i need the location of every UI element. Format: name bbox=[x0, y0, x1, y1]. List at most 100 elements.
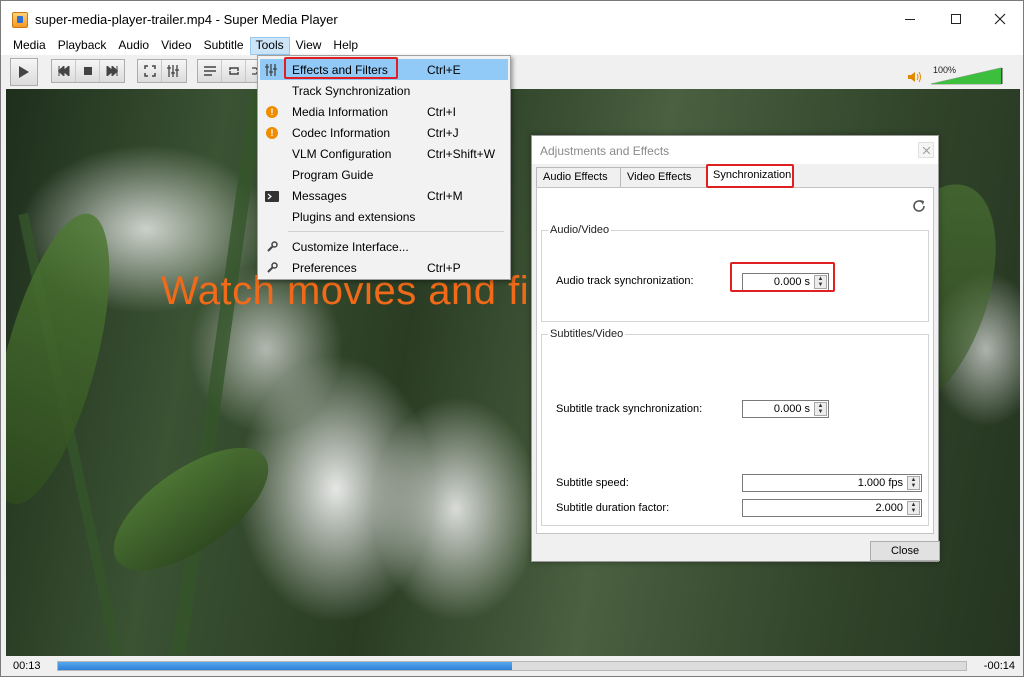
extended-settings-button[interactable] bbox=[162, 60, 186, 82]
menu-item-codec-information[interactable]: ! Codec Information Ctrl+J bbox=[260, 122, 508, 143]
loop-button[interactable] bbox=[222, 60, 246, 82]
view-controls bbox=[137, 59, 187, 83]
terminal-icon bbox=[264, 188, 280, 204]
subtitle-duration-label: Subtitle duration factor: bbox=[556, 502, 670, 514]
stop-button[interactable] bbox=[76, 60, 100, 82]
menu-item-label: VLM Configuration bbox=[292, 147, 392, 161]
menu-item-vlm-configuration[interactable]: VLM Configuration Ctrl+Shift+W bbox=[260, 143, 508, 164]
adjustments-dialog: Adjustments and Effects Audio Effects Vi… bbox=[531, 135, 940, 562]
menu-item-label: Messages bbox=[292, 189, 347, 203]
volume-icon[interactable] bbox=[908, 71, 922, 83]
group-title: Subtitles/Video bbox=[548, 328, 626, 340]
wrench-icon bbox=[264, 239, 280, 255]
status-bar: 00:13 -00:14 bbox=[1, 656, 1023, 676]
title-bar: super-media-player-trailer.mp4 - Super M… bbox=[1, 1, 1023, 37]
menu-item-track-synchronization[interactable]: Track Synchronization bbox=[260, 80, 508, 101]
subtitle-speed-value: 1.000 fps bbox=[857, 477, 903, 489]
menu-item-customize-interface[interactable]: Customize Interface... bbox=[260, 236, 508, 257]
subtitles-video-group: Subtitles/Video Subtitle track synchroni… bbox=[541, 328, 929, 526]
subtitle-sync-label: Subtitle track synchronization: bbox=[556, 403, 703, 415]
playlist-icon bbox=[203, 66, 216, 76]
menu-item-media-information[interactable]: ! Media Information Ctrl+I bbox=[260, 101, 508, 122]
menu-item-preferences[interactable]: Preferences Ctrl+P bbox=[260, 257, 508, 278]
time-remaining: -00:14 bbox=[983, 660, 1015, 672]
menu-item-plugins-and-extensions[interactable]: Plugins and extensions bbox=[260, 206, 508, 227]
app-logo-icon bbox=[12, 12, 28, 28]
audio-sync-label: Audio track synchronization: bbox=[556, 275, 694, 287]
volume-label: 100% bbox=[933, 65, 957, 75]
close-icon bbox=[994, 13, 1006, 25]
transport-controls bbox=[51, 59, 125, 83]
minimize-button[interactable] bbox=[887, 1, 933, 37]
window-title: super-media-player-trailer.mp4 - Super M… bbox=[35, 12, 338, 27]
menu-item-label: Preferences bbox=[292, 261, 357, 275]
menu-item-shortcut: Ctrl+P bbox=[427, 261, 461, 275]
video-stem bbox=[171, 90, 265, 655]
tab-video-effects[interactable]: Video Effects bbox=[620, 167, 708, 187]
menu-item-label: Customize Interface... bbox=[292, 240, 409, 254]
menu-item-program-guide[interactable]: Program Guide bbox=[260, 164, 508, 185]
maximize-button[interactable] bbox=[933, 1, 979, 37]
subtitle-sync-value: 0.000 s bbox=[773, 403, 810, 415]
menu-playback[interactable]: Playback bbox=[52, 37, 113, 55]
spin-arrows-icon[interactable]: ▲ ▼ bbox=[814, 402, 827, 416]
fullscreen-icon bbox=[143, 65, 156, 77]
extended-settings-icon bbox=[167, 65, 179, 77]
info-icon: ! bbox=[264, 104, 280, 120]
previous-button[interactable] bbox=[52, 60, 76, 82]
spin-arrows-icon[interactable]: ▲ ▼ bbox=[907, 501, 920, 515]
spin-arrows-icon[interactable]: ▲ ▼ bbox=[907, 476, 920, 490]
menu-item-shortcut: Ctrl+I bbox=[427, 105, 457, 119]
menu-help[interactable]: Help bbox=[327, 37, 364, 55]
subtitle-speed-label: Subtitle speed: bbox=[556, 477, 629, 489]
toolbar bbox=[1, 55, 1023, 89]
stop-icon bbox=[83, 67, 92, 75]
annotation-highlight bbox=[284, 57, 398, 79]
refresh-icon[interactable] bbox=[911, 198, 927, 214]
menu-view[interactable]: View bbox=[290, 37, 328, 55]
menu-media[interactable]: Media bbox=[7, 37, 52, 55]
menu-separator bbox=[288, 231, 504, 232]
menu-item-shortcut: Ctrl+E bbox=[427, 63, 461, 77]
menu-item-label: Media Information bbox=[292, 105, 389, 119]
loop-icon bbox=[228, 67, 239, 75]
seek-slider[interactable] bbox=[57, 661, 967, 671]
app-window: super-media-player-trailer.mp4 - Super M… bbox=[0, 0, 1024, 677]
subtitle-duration-value: 2.000 bbox=[875, 502, 903, 514]
subtitle-speed-spinbox[interactable]: 1.000 fps ▲ ▼ bbox=[742, 474, 922, 492]
dialog-title-bar: Adjustments and Effects bbox=[532, 136, 938, 164]
group-title: Audio/Video bbox=[548, 224, 612, 236]
synchronization-panel: Audio/Video Audio track synchronization:… bbox=[536, 187, 934, 534]
tools-menu: Effects and Filters Ctrl+E Track Synchro… bbox=[257, 55, 511, 280]
menu-item-shortcut: Ctrl+M bbox=[427, 189, 463, 203]
next-button[interactable] bbox=[100, 60, 124, 82]
menu-audio[interactable]: Audio bbox=[112, 37, 155, 55]
playlist-button[interactable] bbox=[198, 60, 222, 82]
close-button[interactable] bbox=[977, 1, 1023, 37]
menu-item-messages[interactable]: Messages Ctrl+M bbox=[260, 185, 508, 206]
fullscreen-button[interactable] bbox=[138, 60, 162, 82]
play-button[interactable] bbox=[10, 58, 38, 86]
tab-audio-effects[interactable]: Audio Effects bbox=[536, 167, 624, 187]
next-icon bbox=[106, 66, 118, 76]
dialog-close-button[interactable] bbox=[918, 142, 934, 158]
subtitle-sync-spinbox[interactable]: 0.000 s ▲ ▼ bbox=[742, 400, 829, 418]
minimize-icon bbox=[905, 18, 915, 20]
close-dialog-button[interactable]: Close bbox=[870, 541, 940, 561]
wrench-icon bbox=[264, 260, 280, 276]
menu-bar: Media Playback Audio Video Subtitle Tool… bbox=[1, 37, 1023, 55]
menu-video[interactable]: Video bbox=[155, 37, 197, 55]
annotation-highlight bbox=[706, 164, 794, 188]
subtitle-duration-spinbox[interactable]: 2.000 ▲ ▼ bbox=[742, 499, 922, 517]
annotation-highlight bbox=[730, 262, 835, 292]
menu-subtitle[interactable]: Subtitle bbox=[198, 37, 250, 55]
close-icon bbox=[922, 146, 930, 154]
play-icon bbox=[19, 66, 29, 78]
menu-item-label: Track Synchronization bbox=[292, 84, 411, 98]
menu-item-label: Plugins and extensions bbox=[292, 210, 416, 224]
maximize-icon bbox=[951, 14, 961, 24]
menu-item-label: Program Guide bbox=[292, 168, 374, 182]
menu-item-shortcut: Ctrl+J bbox=[427, 126, 459, 140]
time-elapsed: 00:13 bbox=[13, 660, 41, 672]
menu-tools[interactable]: Tools bbox=[249, 37, 290, 55]
